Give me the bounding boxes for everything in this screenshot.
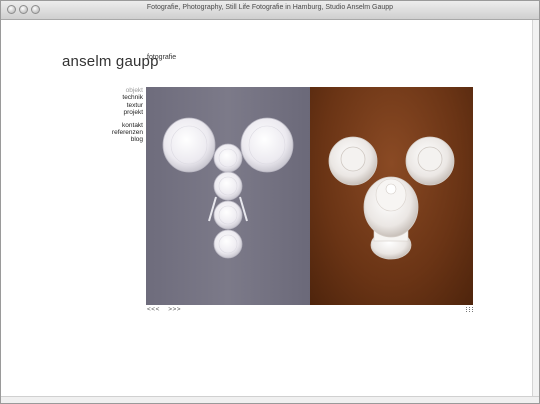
nav-item-technik[interactable]: technik xyxy=(101,94,143,101)
previous-button[interactable]: <<< xyxy=(147,306,160,313)
gallery-photo[interactable] xyxy=(146,87,473,305)
site-subtitle: fotografie xyxy=(147,54,177,61)
grid-icon[interactable] xyxy=(466,307,473,312)
nav-item-objekt[interactable]: objekt xyxy=(101,87,143,94)
main-nav: objekt technik textur projekt kontakt re… xyxy=(101,87,143,144)
next-button[interactable]: >>> xyxy=(168,306,181,313)
photo-panel-brown xyxy=(310,87,473,305)
tableware-arrangement-right xyxy=(328,136,455,260)
status-bar xyxy=(1,396,539,403)
vertical-scrollbar[interactable] xyxy=(532,20,539,403)
nav-item-kontakt[interactable]: kontakt xyxy=(101,122,143,129)
tableware-arrangement-left xyxy=(162,117,294,259)
browser-window: Fotografie, Photography, Still Life Foto… xyxy=(0,0,540,404)
window-title: Fotografie, Photography, Still Life Foto… xyxy=(146,4,394,11)
gallery-pager: <<< >>> xyxy=(147,306,187,313)
nav-item-textur[interactable]: textur xyxy=(101,102,143,109)
title-bar: Fotografie, Photography, Still Life Foto… xyxy=(1,1,539,20)
nav-item-projekt[interactable]: projekt xyxy=(101,109,143,116)
photo-panel-grey xyxy=(146,87,310,305)
nav-item-blog[interactable]: blog xyxy=(101,136,143,143)
nav-item-referenzen[interactable]: referenzen xyxy=(101,129,143,136)
site-name[interactable]: anselm gaupp xyxy=(62,53,159,70)
